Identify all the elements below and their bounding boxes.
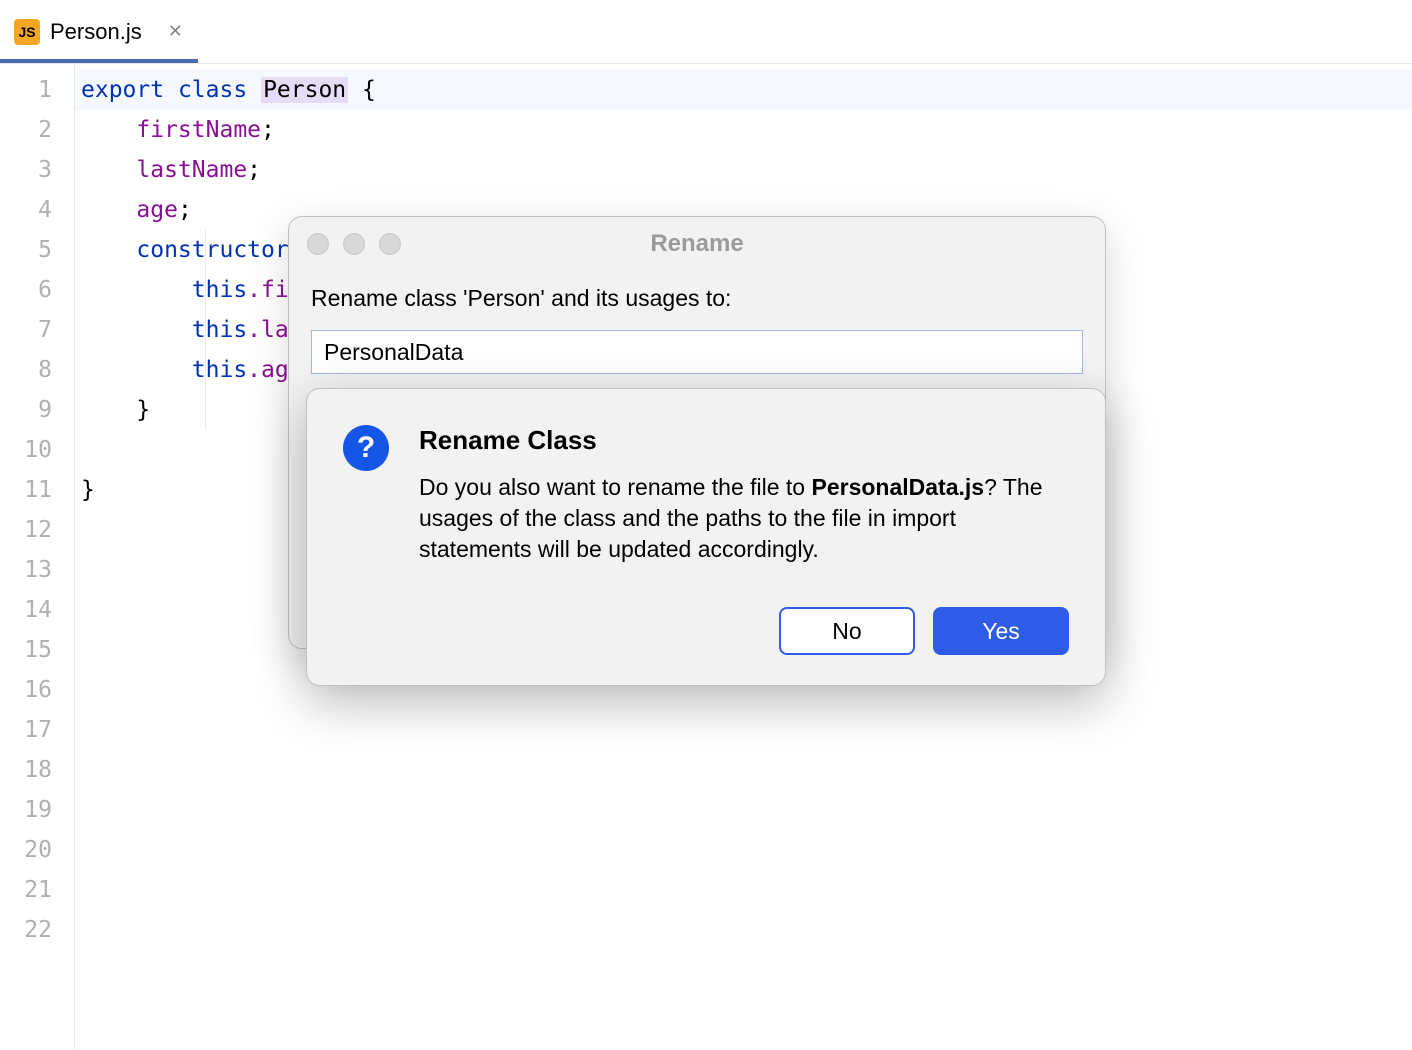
file-tab[interactable]: JS Person.js ✕ xyxy=(0,0,197,64)
no-button[interactable]: No xyxy=(779,607,915,655)
dialog-title: Rename xyxy=(289,230,1105,258)
line-number: 7 xyxy=(0,310,74,350)
dialog-titlebar: Rename xyxy=(289,217,1105,271)
tab-filename: Person.js xyxy=(50,19,142,45)
line-number: 12 xyxy=(0,510,74,550)
line-number: 11 xyxy=(0,470,74,510)
line-number: 15 xyxy=(0,630,74,670)
code-line: firstName; xyxy=(75,110,1412,150)
line-number: 14 xyxy=(0,590,74,630)
confirm-message: Do you also want to rename the file to P… xyxy=(419,472,1069,565)
line-number: 2 xyxy=(0,110,74,150)
line-number: 13 xyxy=(0,550,74,590)
line-number: 1 xyxy=(0,70,74,110)
line-number: 5 xyxy=(0,230,74,270)
line-number: 9 xyxy=(0,390,74,430)
line-number: 21 xyxy=(0,870,74,910)
tab-underline xyxy=(0,59,198,63)
editor-tab-bar: JS Person.js ✕ xyxy=(0,0,1412,64)
confirm-buttons: No Yes xyxy=(343,607,1069,655)
confirm-text: Rename Class Do you also want to rename … xyxy=(419,425,1069,565)
indent-guide xyxy=(205,230,206,430)
line-number: 20 xyxy=(0,830,74,870)
line-number: 8 xyxy=(0,350,74,390)
yes-button[interactable]: Yes xyxy=(933,607,1069,655)
line-number: 4 xyxy=(0,190,74,230)
js-file-icon: JS xyxy=(14,19,40,45)
rename-label: Rename class 'Person' and its usages to: xyxy=(311,285,1083,312)
close-tab-icon[interactable]: ✕ xyxy=(168,21,183,42)
code-line: export class Person { xyxy=(75,70,1412,110)
confirm-heading: Rename Class xyxy=(419,425,1069,456)
code-line: lastName; xyxy=(75,150,1412,190)
line-number: 16 xyxy=(0,670,74,710)
line-number: 18 xyxy=(0,750,74,790)
gutter: 1 2 3 4 5 6 7 8 9 10 11 12 13 14 15 16 1… xyxy=(0,64,75,1050)
rename-input[interactable] xyxy=(311,330,1083,374)
line-number: 10 xyxy=(0,430,74,470)
confirm-content: ? Rename Class Do you also want to renam… xyxy=(343,425,1069,565)
line-number: 22 xyxy=(0,910,74,950)
confirm-dialog: ? Rename Class Do you also want to renam… xyxy=(306,388,1106,686)
line-number: 3 xyxy=(0,150,74,190)
line-number: 19 xyxy=(0,790,74,830)
dialog-body: Rename class 'Person' and its usages to: xyxy=(289,271,1105,388)
line-number: 17 xyxy=(0,710,74,750)
line-number: 6 xyxy=(0,270,74,310)
question-icon: ? xyxy=(343,425,389,471)
